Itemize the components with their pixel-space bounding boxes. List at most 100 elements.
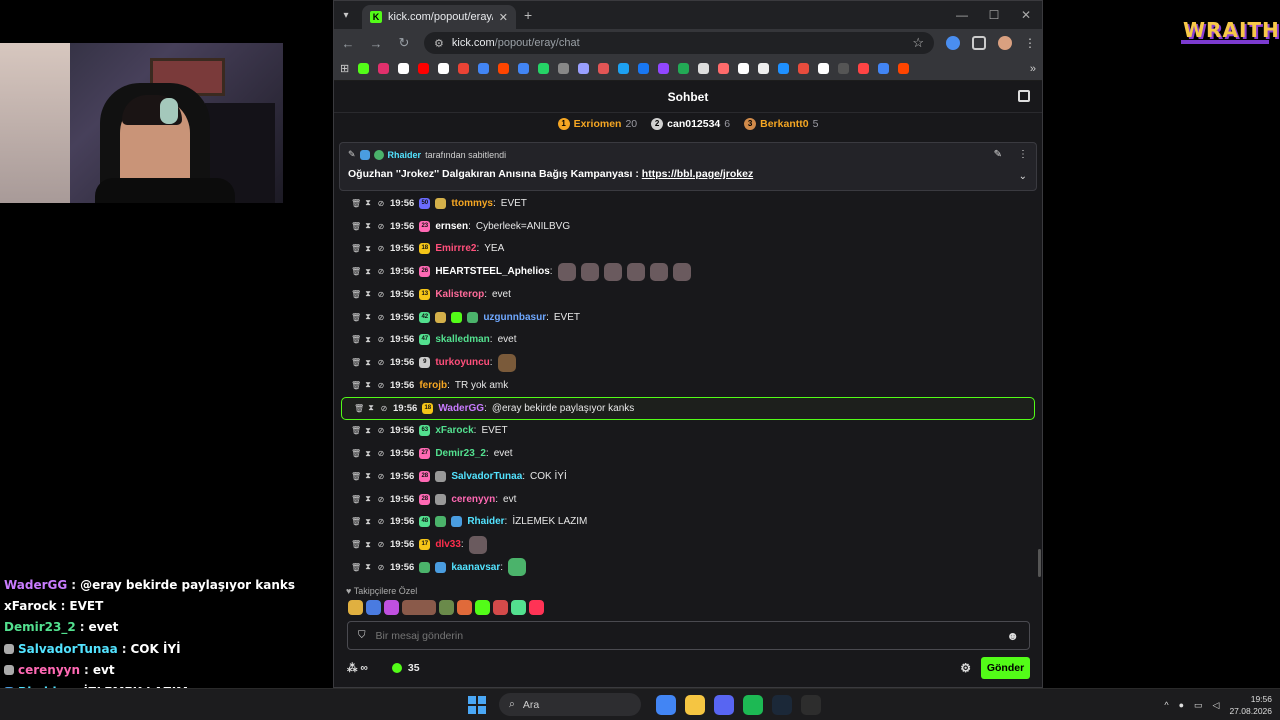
network-icon[interactable]: ▭ xyxy=(1194,700,1203,711)
bookmark-icon[interactable] xyxy=(598,63,610,74)
start-menu-icon[interactable] xyxy=(468,695,486,714)
delete-message-icon[interactable]: 🗑 xyxy=(351,267,361,276)
pinned-by-user[interactable]: Rhaider xyxy=(388,150,422,160)
ban-icon[interactable]: ⊘ xyxy=(377,290,385,299)
bookmark-icon[interactable] xyxy=(858,63,870,74)
bookmarks-overflow-icon[interactable]: » xyxy=(1030,63,1036,75)
bookmark-icon[interactable] xyxy=(478,63,490,74)
delete-message-icon[interactable]: 🗑 xyxy=(351,381,361,390)
ban-icon[interactable]: ⊘ xyxy=(377,540,385,549)
bookmark-icon[interactable] xyxy=(778,63,790,74)
quick-emote-icon[interactable] xyxy=(457,600,472,615)
ban-icon[interactable]: ⊘ xyxy=(377,472,385,481)
taskbar-app-icon[interactable] xyxy=(685,694,705,715)
quick-emote-icon[interactable] xyxy=(348,600,363,615)
chat-settings-icon[interactable]: ⚙ xyxy=(960,661,971,675)
browser-menu-icon[interactable]: ⋮ xyxy=(1024,36,1036,50)
message-username[interactable]: cerenyyn xyxy=(451,494,495,505)
ban-icon[interactable]: ⊘ xyxy=(377,267,385,276)
unpin-icon[interactable]: ✎ xyxy=(994,149,1002,160)
bookmark-icon[interactable] xyxy=(758,63,770,74)
clock[interactable]: 19:56 27.08.2026 xyxy=(1229,693,1272,717)
message-username[interactable]: skalledman xyxy=(435,334,489,345)
gift-icon[interactable] xyxy=(1018,90,1030,102)
ban-icon[interactable]: ⊘ xyxy=(377,244,385,253)
message-username[interactable]: HEARTSTEEL_Aphelios xyxy=(435,266,549,277)
pin-menu-icon[interactable]: ⋮ xyxy=(1018,149,1028,160)
leaderboard-entry[interactable]: 3 Berkantt0 5 xyxy=(744,118,818,130)
ban-icon[interactable]: ⊘ xyxy=(377,199,385,208)
ban-icon[interactable]: ⊘ xyxy=(380,404,388,413)
quick-emote-icon[interactable] xyxy=(529,600,544,615)
timeout-icon[interactable]: ⧗ xyxy=(364,335,372,345)
expand-chevron-icon[interactable]: ⌄ xyxy=(1019,171,1027,182)
tray-chevron-icon[interactable]: ^ xyxy=(1164,700,1168,710)
back-icon[interactable]: ← xyxy=(340,36,356,51)
quick-emote-icon[interactable] xyxy=(439,600,454,615)
bookmark-icon[interactable] xyxy=(818,63,830,74)
channel-points[interactable]: 35 xyxy=(391,662,420,674)
delete-message-icon[interactable]: 🗑 xyxy=(351,222,361,231)
bookmark-icon[interactable] xyxy=(698,63,710,74)
delete-message-icon[interactable]: 🗑 xyxy=(351,313,361,322)
bookmark-icon[interactable] xyxy=(798,63,810,74)
timeout-icon[interactable]: ⧗ xyxy=(364,562,372,572)
quick-emote-icon[interactable] xyxy=(366,600,381,615)
tab-search-icon[interactable]: ▾ xyxy=(334,10,358,21)
bookmark-icon[interactable] xyxy=(498,63,510,74)
ban-icon[interactable]: ⊘ xyxy=(377,222,385,231)
viewers-icon[interactable]: ⁂ ∞ xyxy=(347,662,368,674)
extensions-puzzle-icon[interactable] xyxy=(972,36,986,50)
leaderboard-entry[interactable]: 2 can012534 6 xyxy=(651,118,730,130)
ban-icon[interactable]: ⊘ xyxy=(377,495,385,504)
quick-emote-icon[interactable] xyxy=(475,600,490,615)
delete-message-icon[interactable]: 🗑 xyxy=(351,563,361,572)
message-username[interactable]: Rhaider xyxy=(467,516,504,527)
message-username[interactable]: Kalisterop xyxy=(435,289,484,300)
bookmark-icon[interactable] xyxy=(558,63,570,74)
browser-tab[interactable]: K kick.com/popout/eray/chat ✕ xyxy=(362,5,516,29)
emoji-picker-icon[interactable]: ☻ xyxy=(1006,629,1019,643)
ban-icon[interactable]: ⊘ xyxy=(377,313,385,322)
bookmark-icon[interactable] xyxy=(538,63,550,74)
message-username[interactable]: ferojb xyxy=(419,380,447,391)
pinned-link[interactable]: https://bbl.page/jrokez xyxy=(642,168,753,180)
message-username[interactable]: kaanavsar xyxy=(451,562,500,573)
close-tab-icon[interactable]: ✕ xyxy=(499,11,508,24)
bookmark-icon[interactable] xyxy=(378,63,390,74)
timeout-icon[interactable]: ⧗ xyxy=(364,517,372,527)
timeout-icon[interactable]: ⧗ xyxy=(364,494,372,504)
leaderboard-entry[interactable]: 1 Exriomen 20 xyxy=(557,118,637,130)
site-info-icon[interactable]: ⚙ xyxy=(434,37,444,50)
close-window-icon[interactable]: ✕ xyxy=(1010,1,1042,29)
bookmark-icon[interactable] xyxy=(458,63,470,74)
reload-icon[interactable]: ↻ xyxy=(396,35,412,51)
bookmark-icon[interactable] xyxy=(878,63,890,74)
bookmark-icon[interactable] xyxy=(678,63,690,74)
maximize-icon[interactable]: ☐ xyxy=(978,1,1010,29)
timeout-icon[interactable]: ⧗ xyxy=(364,198,372,208)
volume-icon[interactable]: ◁ xyxy=(1213,700,1220,711)
bookmark-icon[interactable] xyxy=(578,63,590,74)
bookmark-icon[interactable] xyxy=(358,63,370,74)
timeout-icon[interactable]: ⧗ xyxy=(364,244,372,254)
delete-message-icon[interactable]: 🗑 xyxy=(351,244,361,253)
microphone-icon[interactable]: ● xyxy=(1179,700,1184,710)
ban-icon[interactable]: ⊘ xyxy=(377,335,385,344)
timeout-icon[interactable]: ⧗ xyxy=(364,540,372,550)
chat-message-input[interactable] xyxy=(375,629,997,642)
delete-message-icon[interactable]: 🗑 xyxy=(351,358,361,367)
extension-icon[interactable] xyxy=(946,36,960,50)
delete-message-icon[interactable]: 🗑 xyxy=(351,540,361,549)
taskbar-app-icon[interactable] xyxy=(656,694,676,715)
delete-message-icon[interactable]: 🗑 xyxy=(351,472,361,481)
message-username[interactable]: ernsen xyxy=(435,221,468,232)
bookmark-icon[interactable] xyxy=(618,63,630,74)
quick-emote-icon[interactable] xyxy=(511,600,526,615)
message-username[interactable]: Emirrre2 xyxy=(435,243,476,254)
profile-avatar[interactable] xyxy=(998,36,1012,50)
quick-emote-icon[interactable] xyxy=(402,600,436,615)
delete-message-icon[interactable]: 🗑 xyxy=(351,335,361,344)
url-field[interactable]: ⚙ kick.com/popout/eray/chat ☆ xyxy=(424,32,934,54)
timeout-icon[interactable]: ⧗ xyxy=(364,289,372,299)
